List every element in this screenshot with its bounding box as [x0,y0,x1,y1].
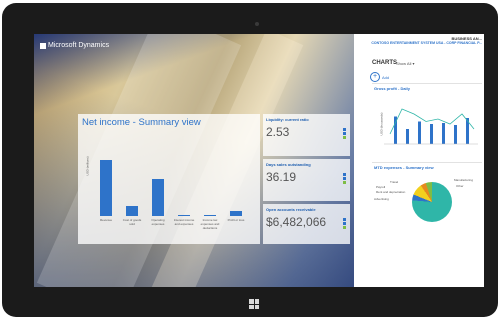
dynamics-logo-icon [40,42,46,49]
charts-heading: CHARTS [372,60,397,66]
panel-header: BUSINESS AN... CONTOSO ENTERTAINMENT SYS… [354,34,484,50]
brand-logo: Microsoft Dynamics [40,42,109,49]
net-income-xlabel: Revenue [99,218,112,222]
kpi-indicator [343,173,346,185]
gross-profit-bar [418,121,421,144]
gross-profit-chart [384,108,478,145]
charts-panel: BUSINESS AN... CONTOSO ENTERTAINMENT SYS… [354,34,484,287]
gross-profit-bar [454,125,457,144]
chevron-down-icon: ▾ [412,61,415,66]
kpi-indicator [343,128,346,140]
expenses-title: MTD expenses - Summary view [374,165,434,170]
net-income-xlabel: Cost of goods sold [122,218,142,226]
gross-profit-bar [430,124,433,144]
net-income-bar [152,178,164,216]
app-screen: Microsoft Dynamics Net income - Summary … [34,34,484,287]
chart-filter-dropdown[interactable]: Show All ▾ [396,61,414,66]
pie-label: Other [456,184,464,188]
pie-label: Payroll [376,185,386,189]
kpi-current-ratio-tile[interactable]: Liquidity: current ratio 2.53 [263,114,350,156]
kpi-open-ar-tile[interactable]: Open accounts receivable $6,482,066 [263,204,350,244]
kpi-label: Days sales outstanding [266,162,311,167]
kpi-label: Liquidity: current ratio [266,117,309,122]
expenses-pie-chart [412,182,452,222]
net-income-bar [126,205,138,216]
kpi-value: 2.53 [266,125,290,139]
camera [255,22,259,26]
gross-profit-title: Gross profit - Daily [374,86,411,91]
net-income-xlabel: Profit or loss [227,218,245,222]
net-income-ylabel: USD (millions) [85,156,90,176]
filter-value: Show All [396,61,412,66]
pie-label: Manufacturing [454,178,474,182]
brand-name: Microsoft Dynamics [48,42,110,49]
pie-label: Rent and depreciation [376,190,406,194]
add-chart-button[interactable]: + Add [370,72,389,82]
net-income-xlabel: Operating expenses [151,218,165,226]
gross-profit-bar [442,123,445,144]
kpi-value: $6,482,066 [266,215,327,229]
net-income-bar [100,159,112,216]
net-income-bar [178,215,190,216]
kpi-dso-tile[interactable]: Days sales outstanding 36.19 [263,159,350,201]
add-label: Add [382,74,390,80]
net-income-xlabel: Interest income and expenses [173,218,195,226]
net-income-bar [204,215,216,216]
kpi-label: Open accounts receivable [266,207,316,212]
windows-logo-icon[interactable] [249,299,259,309]
pie-label: Advertising [374,197,389,201]
net-income-bar [230,211,242,216]
net-income-tile[interactable]: Net income - Summary view USD (millions)… [78,114,260,244]
company-name: CONTOSO ENTERTAINMENT SYSTEM USA - CORP … [371,41,482,45]
gross-profit-ylabel: USD (thousands) [379,112,384,136]
gross-profit-bar [406,129,409,144]
pie-label: Travel [390,180,399,184]
add-icon: + [370,72,380,82]
net-income-xlabel: Income tax expenses and deductions [200,218,220,230]
net-income-title: Net income - Summary view [82,117,201,128]
kpi-indicator [343,218,346,230]
kpi-value: 36.19 [266,170,297,184]
